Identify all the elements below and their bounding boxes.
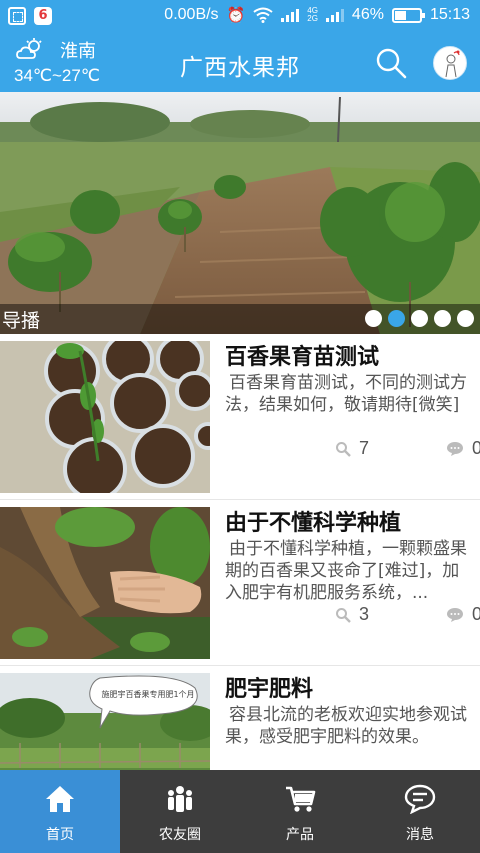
comment-count: 0 — [446, 438, 480, 459]
tab-products[interactable]: 产品 — [240, 770, 360, 853]
list-item[interactable]: 由于不懂科学种植 由于不懂科学种植，一颗颗盛果期的百香果又丧命了[难过]，加入肥… — [0, 500, 480, 666]
message-icon — [404, 784, 436, 814]
article-list: 百香果育苗测试 百香果育苗测试，不同的测试方法，结果如何，敬请期待[微笑] 7 … — [0, 334, 480, 832]
tab-community-label: 农友圈 — [159, 827, 201, 843]
carousel-dot[interactable] — [365, 310, 382, 327]
article-description: 容县北流的老板欢迎实地参观试果，感受肥宇肥料的效果。 — [225, 705, 467, 747]
comment-icon — [447, 607, 463, 622]
image-speech-text: 施肥宇百香果专用肥1个月 — [101, 689, 194, 699]
status-notifications: 6 — [8, 7, 52, 25]
article-title[interactable]: 肥宇肥料 — [225, 671, 313, 703]
tab-messages-label: 消息 — [406, 827, 434, 843]
list-item[interactable]: 百香果育苗测试 百香果育苗测试，不同的测试方法，结果如何，敬请期待[微笑] 7 … — [0, 334, 480, 500]
status-bar: 6 0.00B/s ⏰ 4G 2G 46% 15:13 — [0, 0, 480, 34]
battery-percent: 46% — [351, 6, 384, 23]
network-type-bottom: 2G — [307, 14, 318, 23]
tab-products-label: 产品 — [286, 827, 314, 843]
clock: 15:13 — [429, 6, 470, 23]
battery-icon — [391, 7, 425, 23]
tab-community[interactable]: 农友圈 — [120, 770, 240, 853]
bottom-navigation: 首页 农友圈 产品 消息 — [0, 770, 480, 853]
carousel-dot[interactable] — [457, 310, 474, 327]
alarm-icon: ⏰ — [226, 7, 246, 24]
page-title: 广西水果邦 — [180, 55, 300, 81]
article-thumbnail[interactable] — [0, 341, 210, 493]
network-type: 4G 2G — [307, 7, 318, 23]
search-icon — [336, 607, 351, 623]
network-speed: 0.00B/s — [164, 6, 219, 23]
view-count: 3 — [335, 604, 369, 625]
carousel-indicators — [365, 310, 474, 327]
view-count: 7 — [335, 438, 369, 459]
comment-count-value: 0 — [472, 604, 480, 624]
battery-fill — [394, 10, 406, 20]
status-indicators: 0.00B/s ⏰ 4G 2G 46% 15:13 — [164, 6, 470, 24]
article-description: 百香果育苗测试，不同的测试方法，结果如何，敬请期待[微笑] — [225, 373, 467, 415]
banner-caption: 导播 — [2, 310, 41, 332]
signal-icon-secondary — [325, 8, 344, 22]
carousel-dot[interactable] — [411, 310, 428, 327]
search-icon — [336, 441, 351, 457]
tab-home-label: 首页 — [46, 827, 74, 843]
carousel-dot[interactable] — [388, 310, 405, 327]
view-count-value: 7 — [359, 438, 370, 458]
tab-home[interactable]: 首页 — [0, 770, 120, 853]
people-icon — [168, 786, 192, 812]
carousel-dot[interactable] — [434, 310, 451, 327]
avatar[interactable] — [433, 46, 467, 80]
signal-icon — [281, 8, 300, 22]
article-title[interactable]: 百香果育苗测试 — [225, 339, 379, 371]
comment-count: 0 — [446, 604, 480, 625]
comment-icon — [447, 441, 463, 456]
screenshot-icon — [8, 7, 26, 25]
app-header: 淮南 34℃~27℃ 广西水果邦 — [0, 34, 480, 92]
tab-messages[interactable]: 消息 — [360, 770, 480, 853]
article-thumbnail[interactable] — [0, 507, 210, 659]
seedling-pots-image — [0, 341, 210, 493]
article-description: 由于不懂科学种植，一颗颗盛果期的百香果又丧命了[难过]，加入肥宇有机肥服务系统，… — [225, 539, 467, 603]
home-icon — [46, 786, 74, 812]
article-title[interactable]: 由于不懂科学种植 — [225, 505, 401, 537]
search-icon[interactable] — [374, 46, 408, 80]
weibo-icon: 6 — [34, 7, 52, 25]
damaged-root-image — [0, 507, 210, 659]
view-count-value: 3 — [359, 604, 370, 624]
cart-icon — [286, 786, 316, 812]
comment-count-value: 0 — [472, 438, 480, 458]
banner-image[interactable] — [0, 92, 480, 334]
banner-caption-bar: 导播 — [0, 304, 480, 334]
banner-carousel[interactable]: 导播 — [0, 92, 480, 334]
wifi-icon — [253, 7, 273, 23]
